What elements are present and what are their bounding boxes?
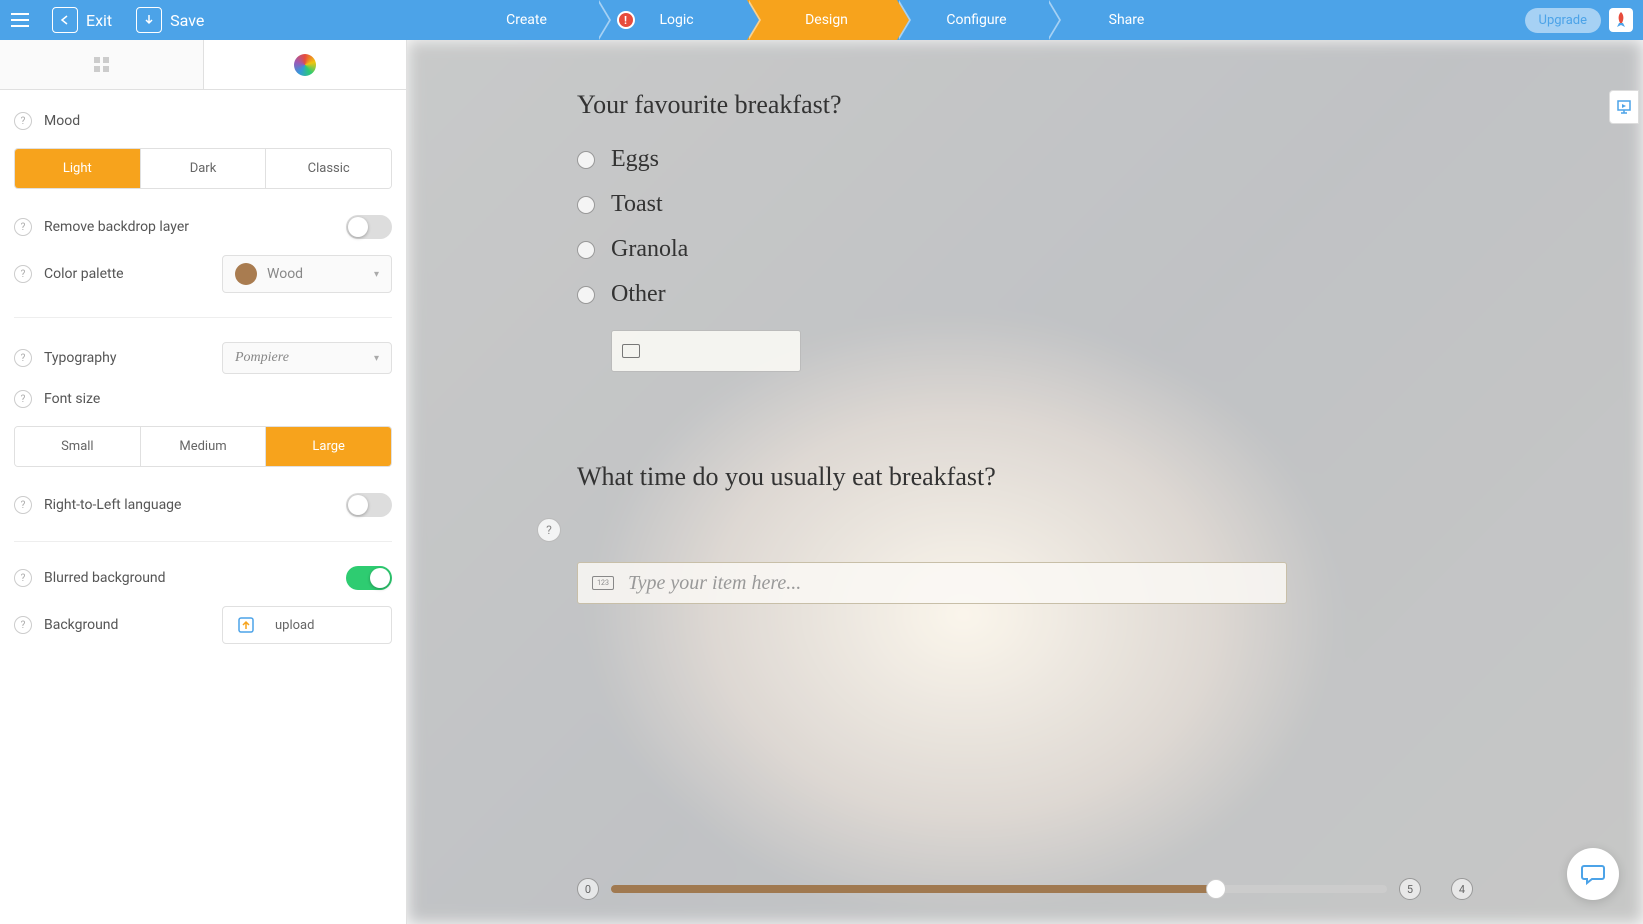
- progress-total: 4: [1451, 878, 1473, 900]
- progress-start: 0: [577, 878, 599, 900]
- question-1-title[interactable]: Your favourite breakfast?: [577, 90, 1307, 120]
- remove-backdrop-toggle[interactable]: [346, 215, 392, 239]
- upload-icon: [235, 614, 257, 636]
- wizard-steps: Create ! Logic Design Configure Share: [447, 0, 1197, 40]
- font-size-label: Font size: [44, 391, 100, 407]
- hamburger-menu[interactable]: [0, 0, 40, 40]
- rocket-icon[interactable]: [1609, 8, 1633, 32]
- progress-fill: [611, 885, 1216, 893]
- rtl-toggle[interactable]: [346, 493, 392, 517]
- radio-input[interactable]: [577, 286, 595, 304]
- background-upload-button[interactable]: upload: [222, 606, 392, 644]
- blurred-bg-label: Blurred background: [44, 570, 166, 586]
- color-palette-dropdown[interactable]: Wood ▾: [222, 255, 392, 293]
- chat-icon: [1580, 861, 1606, 887]
- font-size-small[interactable]: Small: [15, 427, 141, 466]
- palette-swatch: [235, 263, 257, 285]
- presentation-mode-button[interactable]: [1609, 90, 1639, 124]
- presentation-icon: [1616, 99, 1632, 115]
- choice-eggs[interactable]: Eggs: [577, 146, 1307, 173]
- progress-handle[interactable]: [1206, 879, 1226, 899]
- help-icon[interactable]: ?: [537, 518, 561, 542]
- save-label: Save: [170, 11, 204, 30]
- mood-segmented: Light Dark Classic: [14, 148, 392, 189]
- color-palette-label: Color palette: [44, 266, 124, 282]
- help-icon[interactable]: ?: [14, 390, 32, 408]
- typography-label: Typography: [44, 350, 116, 366]
- help-icon[interactable]: ?: [14, 569, 32, 587]
- other-text-input[interactable]: [611, 330, 801, 372]
- mood-classic[interactable]: Classic: [266, 149, 391, 188]
- sidebar-tab-theme[interactable]: [204, 40, 407, 89]
- font-size-segmented: Small Medium Large: [14, 426, 392, 467]
- preview-canvas: Your favourite breakfast? Eggs Toast Gra…: [407, 40, 1643, 924]
- design-sidebar: ? Mood Light Dark Classic ? Remove backd…: [0, 40, 407, 924]
- menu-icon: [11, 13, 29, 27]
- step-create[interactable]: Create: [447, 0, 597, 40]
- step-logic[interactable]: ! Logic: [597, 0, 747, 40]
- number-icon: 123: [592, 576, 614, 590]
- mood-light[interactable]: Light: [15, 149, 141, 188]
- chevron-down-icon: ▾: [374, 269, 379, 280]
- mood-label: Mood: [44, 113, 80, 129]
- radio-input[interactable]: [577, 151, 595, 169]
- exit-icon: [52, 7, 78, 33]
- step-configure[interactable]: Configure: [897, 0, 1047, 40]
- radio-input[interactable]: [577, 196, 595, 214]
- exit-label: Exit: [86, 11, 112, 30]
- typography-value: Pompiere: [235, 350, 289, 366]
- save-button[interactable]: Save: [124, 0, 216, 40]
- choice-toast[interactable]: Toast: [577, 191, 1307, 218]
- mood-dark[interactable]: Dark: [141, 149, 267, 188]
- font-size-medium[interactable]: Medium: [141, 427, 267, 466]
- background-label: Background: [44, 617, 118, 633]
- grid-icon: [94, 57, 109, 72]
- help-icon[interactable]: ?: [14, 265, 32, 283]
- help-icon[interactable]: ?: [14, 349, 32, 367]
- font-size-large[interactable]: Large: [266, 427, 391, 466]
- question-2-title[interactable]: What time do you usually eat breakfast?: [577, 462, 1307, 492]
- progress-track[interactable]: [611, 885, 1387, 893]
- sidebar-tabs: [0, 40, 406, 90]
- progress-end: 5: [1399, 878, 1421, 900]
- blurred-bg-toggle[interactable]: [346, 566, 392, 590]
- alert-icon: !: [617, 11, 635, 29]
- exit-button[interactable]: Exit: [40, 0, 124, 40]
- rtl-label: Right-to-Left language: [44, 497, 181, 513]
- color-wheel-icon: [294, 54, 316, 76]
- step-design[interactable]: Design: [747, 0, 897, 40]
- top-bar: Exit Save Create ! Logic Design Configur…: [0, 0, 1643, 40]
- keyboard-icon: [622, 344, 640, 358]
- help-icon[interactable]: ?: [14, 218, 32, 236]
- question-2-input[interactable]: 123 Type your item here...: [577, 562, 1287, 604]
- help-icon[interactable]: ?: [14, 112, 32, 130]
- question-1-choices: Eggs Toast Granola Other: [577, 146, 1307, 372]
- typography-dropdown[interactable]: Pompiere ▾: [222, 342, 392, 374]
- radio-input[interactable]: [577, 241, 595, 259]
- upgrade-button[interactable]: Upgrade: [1525, 8, 1601, 33]
- save-icon: [136, 7, 162, 33]
- upgrade-area: Upgrade: [1525, 8, 1643, 33]
- chat-widget-button[interactable]: [1567, 848, 1619, 900]
- sidebar-tab-layout[interactable]: [0, 40, 204, 89]
- upload-text: upload: [275, 618, 314, 633]
- chevron-down-icon: ▾: [374, 353, 379, 364]
- choice-granola[interactable]: Granola: [577, 236, 1307, 263]
- step-share[interactable]: Share: [1047, 0, 1197, 40]
- remove-backdrop-label: Remove backdrop layer: [44, 219, 189, 235]
- help-icon[interactable]: ?: [14, 496, 32, 514]
- palette-value: Wood: [267, 266, 303, 282]
- input-placeholder: Type your item here...: [628, 572, 801, 595]
- help-icon[interactable]: ?: [14, 616, 32, 634]
- choice-other[interactable]: Other: [577, 281, 1307, 308]
- progress-bar: 0 5 4: [577, 878, 1473, 900]
